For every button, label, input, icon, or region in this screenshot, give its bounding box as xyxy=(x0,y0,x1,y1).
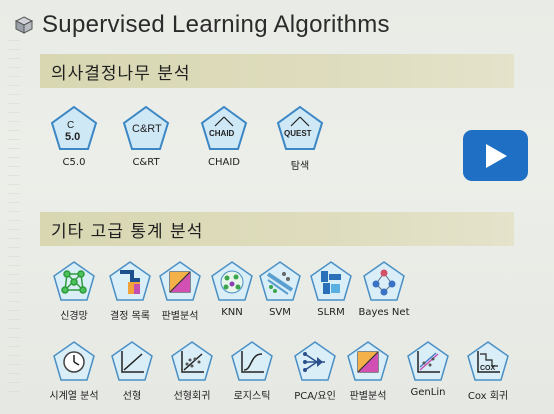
node-discriminant[interactable]: 판별분석 xyxy=(150,260,210,322)
section-title: 의사결정나무 분석 xyxy=(51,63,191,84)
svg-text:5.0: 5.0 xyxy=(65,131,80,143)
decorative-dashes xyxy=(8,40,20,400)
cube-icon xyxy=(14,16,34,34)
chaid-node-icon: CHAID xyxy=(200,105,248,150)
page-title: Supervised Learning Algorithms xyxy=(42,11,390,38)
node-label: C&RT xyxy=(132,157,160,168)
node-label: C5.0 xyxy=(62,157,86,168)
svg-text:C&RT: C&RT xyxy=(132,123,162,135)
node-label: 판별분석 xyxy=(349,391,387,402)
node-label: CHAID xyxy=(208,157,240,168)
section-title: 기타 고급 통계 분석 xyxy=(51,221,204,242)
play-button[interactable] xyxy=(463,130,528,181)
quest-node-icon: QUEST xyxy=(276,105,324,150)
section-advanced-stats: 기타 고급 통계 분석 xyxy=(40,212,514,246)
node-discriminant-2[interactable]: 판별분석 xyxy=(338,340,398,402)
bayes-net-icon xyxy=(363,261,405,301)
node-genlin[interactable]: GenLin xyxy=(398,340,458,398)
regression-icon xyxy=(171,341,213,381)
node-linear[interactable]: 선형 xyxy=(102,340,162,402)
play-icon xyxy=(485,143,507,168)
linear-icon xyxy=(111,341,153,381)
node-label: 선형 xyxy=(122,391,142,402)
node-label: 신경망 xyxy=(60,311,88,322)
genlin-icon xyxy=(407,341,449,381)
node-label: GenLin xyxy=(410,387,446,398)
svg-text:QUEST: QUEST xyxy=(284,129,312,138)
node-bayes-net[interactable]: Bayes Net xyxy=(354,260,414,318)
discriminant-icon xyxy=(159,261,201,301)
node-label: Bayes Net xyxy=(358,307,410,318)
c50-node-icon: C 5.0 xyxy=(50,105,98,150)
logistic-icon xyxy=(231,341,273,381)
knn-icon xyxy=(211,261,253,301)
slrm-icon xyxy=(310,261,352,301)
svg-text:C: C xyxy=(67,120,74,131)
node-label: 선형회귀 xyxy=(173,391,211,402)
decision-list-icon xyxy=(109,261,151,301)
node-label: Cox 회귀 xyxy=(467,391,509,402)
clock-icon xyxy=(53,341,95,381)
node-label: 판별분석 xyxy=(161,311,199,322)
node-crt[interactable]: C&RT C&RT xyxy=(116,104,176,168)
svg-text:CHAID: CHAID xyxy=(209,129,235,138)
node-chaid[interactable]: CHAID CHAID xyxy=(194,104,254,168)
neural-network-icon xyxy=(53,261,95,301)
node-logistic[interactable]: 로지스틱 xyxy=(222,340,282,402)
svm-icon xyxy=(259,261,301,301)
node-cox-regression[interactable]: COX Cox 회귀 xyxy=(458,340,518,402)
node-label: 로지스틱 xyxy=(233,391,271,402)
node-quest[interactable]: QUEST 탐색 xyxy=(270,104,330,172)
node-neural-net[interactable]: 신경망 xyxy=(44,260,104,322)
cox-icon: COX xyxy=(467,341,509,381)
header: Supervised Learning Algorithms xyxy=(14,8,390,42)
svg-text:COX: COX xyxy=(480,365,496,372)
node-pca-factor[interactable]: PCA/요인 xyxy=(285,340,345,402)
node-label: PCA/요인 xyxy=(294,391,336,402)
node-label: 시계열 분석 xyxy=(49,391,99,402)
pca-icon xyxy=(294,341,336,381)
node-linear-regression[interactable]: 선형회귀 xyxy=(162,340,222,402)
node-slrm[interactable]: SLRM xyxy=(301,260,361,318)
node-c50[interactable]: C 5.0 C5.0 xyxy=(44,104,104,168)
node-label: 탐색 xyxy=(290,161,310,172)
discriminant-icon xyxy=(347,341,389,381)
section-decision-tree: 의사결정나무 분석 xyxy=(40,54,514,88)
node-label: SLRM xyxy=(317,307,345,318)
node-time-series[interactable]: 시계열 분석 xyxy=(44,340,104,402)
crt-node-icon: C&RT xyxy=(122,105,170,150)
